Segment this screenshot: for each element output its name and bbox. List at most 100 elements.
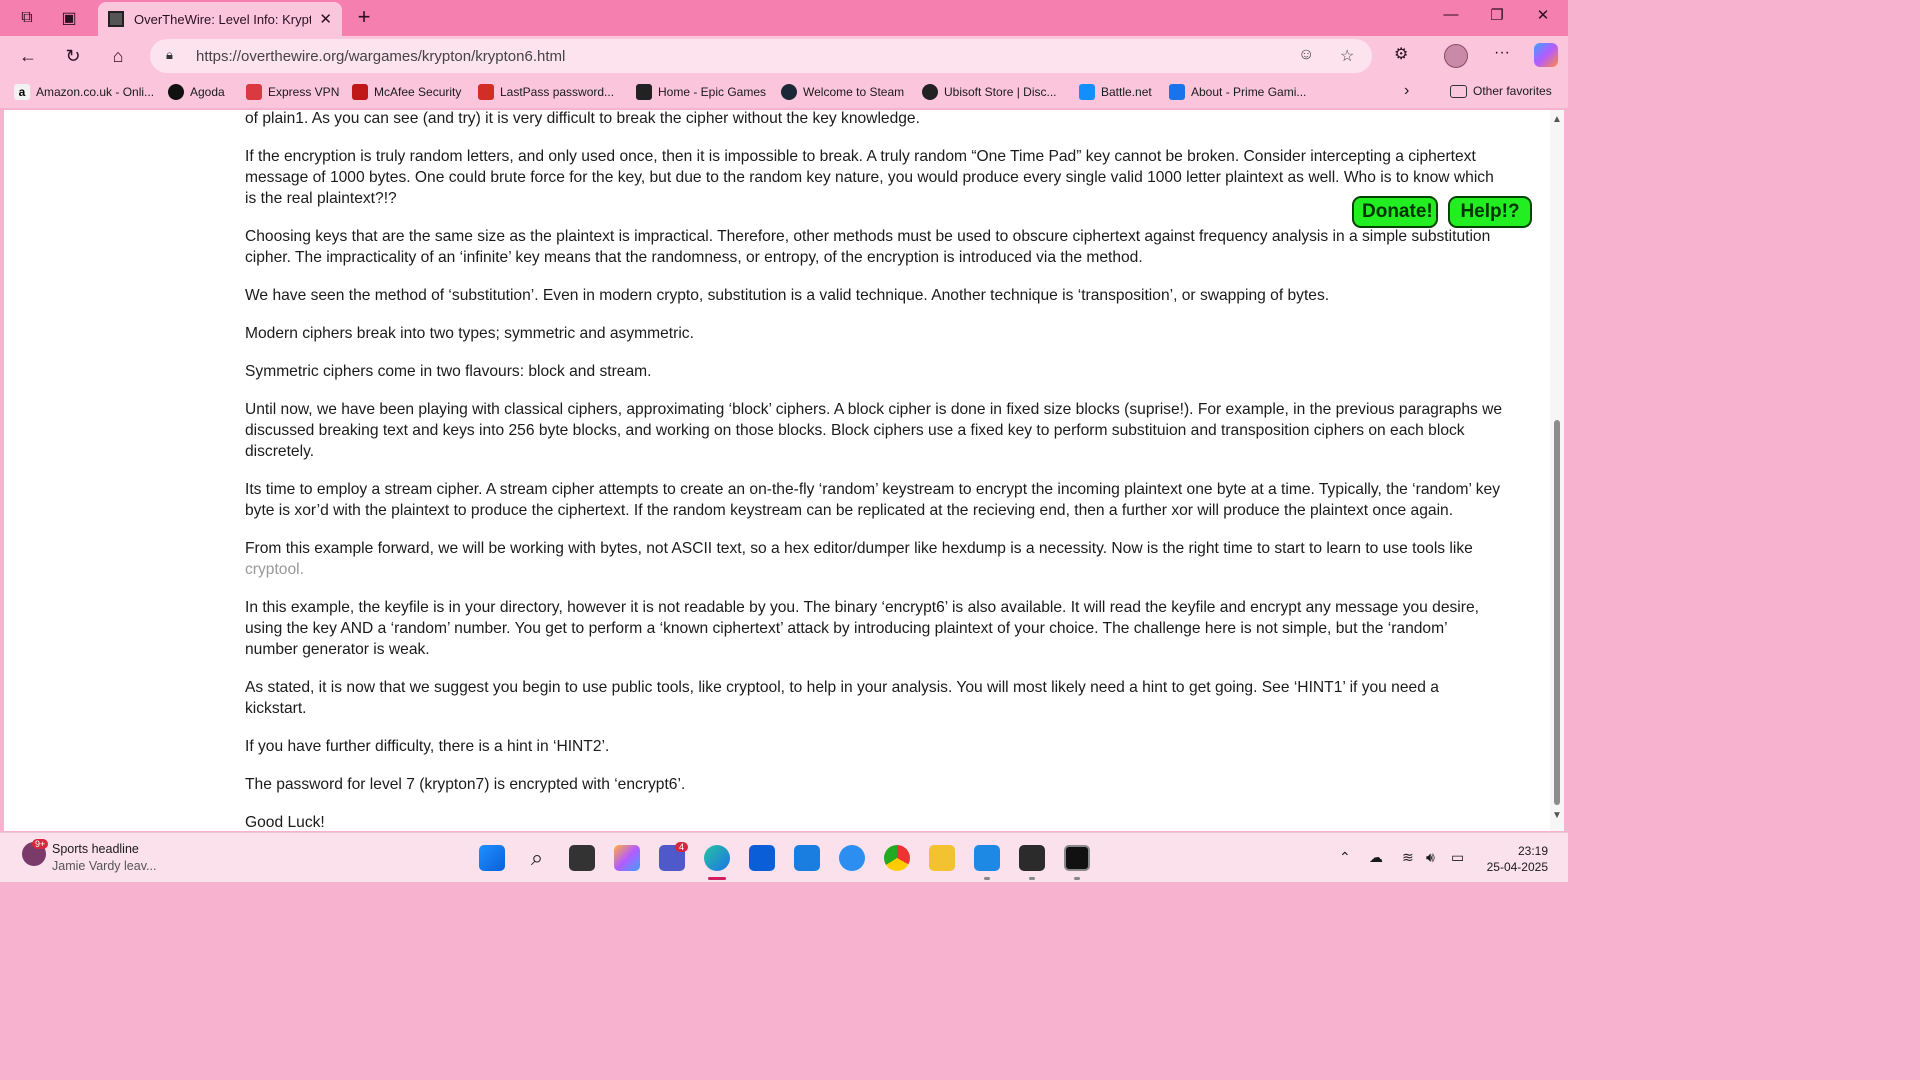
bookmark-label: Battle.net — [1101, 85, 1152, 99]
bookmark-prime-gaming[interactable]: About - Prime Gami... — [1169, 84, 1306, 100]
restore-icon[interactable]: ❐ — [1482, 6, 1512, 24]
bookmark-mcafee[interactable]: McAfee Security — [352, 84, 461, 100]
bookmark-agoda[interactable]: Agoda — [168, 84, 225, 100]
favorite-star-icon[interactable]: ☆ — [1340, 46, 1354, 66]
start-icon[interactable] — [479, 845, 505, 871]
folder-icon — [1450, 84, 1467, 98]
home-button[interactable]: ⌂ — [104, 43, 132, 69]
volume-icon[interactable]: 🔊︎ — [1426, 849, 1435, 866]
bookmarks-bar: a Amazon.co.uk - Onli... Agoda Express VP… — [0, 76, 1568, 108]
paragraph: As stated, it is now that we suggest you… — [245, 679, 1439, 717]
bookmark-label: About - Prime Gami... — [1191, 85, 1307, 99]
other-favorites[interactable]: Other favorites — [1450, 84, 1552, 98]
scrollbar-thumb[interactable] — [1554, 420, 1560, 805]
tab-overthewire[interactable]: OverTheWire: Level Info: Krypton ✕ — [98, 2, 342, 36]
address-bar[interactable]: 🔒︎ https://overthewire.org/wargames/kryp… — [150, 39, 1372, 73]
bookmark-label: Amazon.co.uk - Onli... — [36, 85, 155, 99]
bookmark-epic-games[interactable]: Home - Epic Games — [636, 84, 766, 100]
extensions-icon[interactable]: ⚙ — [1394, 44, 1408, 64]
show-hidden-icons-icon[interactable]: ⌃ — [1339, 849, 1351, 866]
prime-gaming-icon — [1169, 84, 1185, 100]
bookmark-label: McAfee Security — [374, 85, 462, 99]
close-window-icon[interactable]: ✕ — [1528, 6, 1558, 24]
url-text[interactable]: https://overthewire.org/wargames/krypton… — [196, 48, 565, 65]
news-subtitle[interactable]: Jamie Vardy leav... — [52, 859, 156, 873]
scroll-down-icon[interactable]: ▼ — [1552, 810, 1562, 821]
bookmark-battlenet[interactable]: Battle.net — [1079, 84, 1152, 100]
onedrive-icon[interactable]: ☁ — [1369, 849, 1383, 866]
paragraph: From this example forward, we will be wo… — [245, 538, 1503, 580]
profile-avatar[interactable] — [1444, 44, 1468, 68]
paragraph: Until now, we have been playing with cla… — [245, 401, 1503, 460]
system-clock[interactable]: 23:19 25-04-2025 — [1484, 843, 1548, 875]
console-icon[interactable] — [1064, 845, 1090, 871]
clock-date: 25-04-2025 — [1486, 860, 1548, 874]
bookmark-amazon[interactable]: a Amazon.co.uk - Onli... — [14, 84, 154, 100]
paragraph: If the encryption is truly random letter… — [245, 148, 1494, 207]
news-title[interactable]: Sports headline — [52, 842, 139, 856]
paragraph: We have seen the method of ‘substitution… — [245, 287, 1330, 304]
myhp-icon[interactable] — [794, 845, 820, 871]
reading-mode-icon[interactable]: ☺ — [1298, 46, 1314, 64]
bookmark-lastpass[interactable]: LastPass password... — [478, 84, 614, 100]
bookmark-label: Ubisoft Store | Disc... — [944, 85, 1057, 99]
refresh-button[interactable]: ↻ — [59, 43, 87, 69]
news-badge: 9+ — [32, 839, 49, 849]
bookmark-label: Welcome to Steam — [803, 85, 905, 99]
help-button[interactable]: Help!? — [1448, 196, 1532, 228]
expressvpn-icon — [246, 84, 262, 100]
mcafee-icon — [352, 84, 368, 100]
scroll-up-icon[interactable]: ▲ — [1552, 114, 1562, 125]
bookmark-label: LastPass password... — [500, 85, 615, 99]
paragraph: If you have further difficulty, there is… — [245, 738, 610, 755]
paragraph: Symmetric ciphers come in two flavours: … — [245, 363, 652, 380]
bookmark-expressvpn[interactable]: Express VPN — [246, 84, 339, 100]
edge-icon[interactable] — [704, 845, 730, 871]
running-indicator — [984, 877, 990, 880]
chrome-icon[interactable] — [884, 845, 910, 871]
copilot-app-icon[interactable] — [614, 845, 640, 871]
chevron-right-icon[interactable]: › — [1404, 82, 1409, 100]
tab-title: OverTheWire: Level Info: Krypton — [134, 11, 312, 27]
ubisoft-icon — [922, 84, 938, 100]
lastpass-icon — [478, 84, 494, 100]
bookmark-steam[interactable]: Welcome to Steam — [781, 84, 904, 100]
article-body: of plain1. As you can see (and try) it i… — [245, 110, 1503, 831]
clock-time: 23:19 — [1517, 844, 1548, 858]
close-tab-icon[interactable]: ✕ — [319, 10, 332, 28]
active-app-indicator — [708, 877, 726, 880]
hp-icon — [168, 84, 184, 100]
terminal-icon[interactable] — [1019, 845, 1045, 871]
tab-actions-icon[interactable]: ▣ — [56, 6, 82, 30]
new-tab-button[interactable]: + — [352, 6, 376, 30]
store-icon[interactable] — [749, 845, 775, 871]
paragraph: Good Luck! — [245, 814, 325, 831]
bookmark-label: Agoda — [190, 85, 225, 99]
minimize-icon[interactable]: — — [1436, 6, 1466, 23]
battery-icon[interactable]: ▭ — [1451, 849, 1464, 866]
help-app-icon[interactable] — [839, 845, 865, 871]
task-view-icon[interactable] — [569, 845, 595, 871]
wifi-icon[interactable]: ≋ — [1402, 849, 1414, 866]
running-indicator — [1074, 877, 1080, 880]
taskbar: 9+ Sports headline Jamie Vardy leav... ⌕… — [0, 832, 1568, 882]
bookmark-ubisoft[interactable]: Ubisoft Store | Disc... — [922, 84, 1056, 100]
donate-button[interactable]: Donate! — [1352, 196, 1438, 228]
workspaces-icon[interactable]: ⧉ — [14, 6, 40, 30]
teams-badge: 4 — [675, 842, 689, 852]
running-indicator — [1029, 877, 1035, 880]
site-info-icon[interactable]: 🔒︎ — [166, 47, 173, 63]
bookmark-label: Home - Epic Games — [658, 85, 767, 99]
copilot-icon[interactable] — [1534, 43, 1558, 67]
back-button[interactable]: ← — [14, 43, 42, 69]
search-icon[interactable]: ⌕ — [524, 845, 550, 871]
steam-icon — [781, 84, 797, 100]
paragraph: Its time to employ a stream cipher. A st… — [245, 481, 1501, 519]
amazon-icon: a — [14, 84, 30, 100]
paragraph-text: From this example forward, we will be wo… — [245, 540, 1473, 557]
notepad-icon[interactable] — [974, 845, 1000, 871]
vertical-scrollbar[interactable]: ▲ ▼ — [1550, 110, 1564, 831]
cryptool-link[interactable]: cryptool. — [245, 561, 304, 578]
file-explorer-icon[interactable] — [929, 845, 955, 871]
more-menu-icon[interactable]: ··· — [1494, 44, 1510, 62]
